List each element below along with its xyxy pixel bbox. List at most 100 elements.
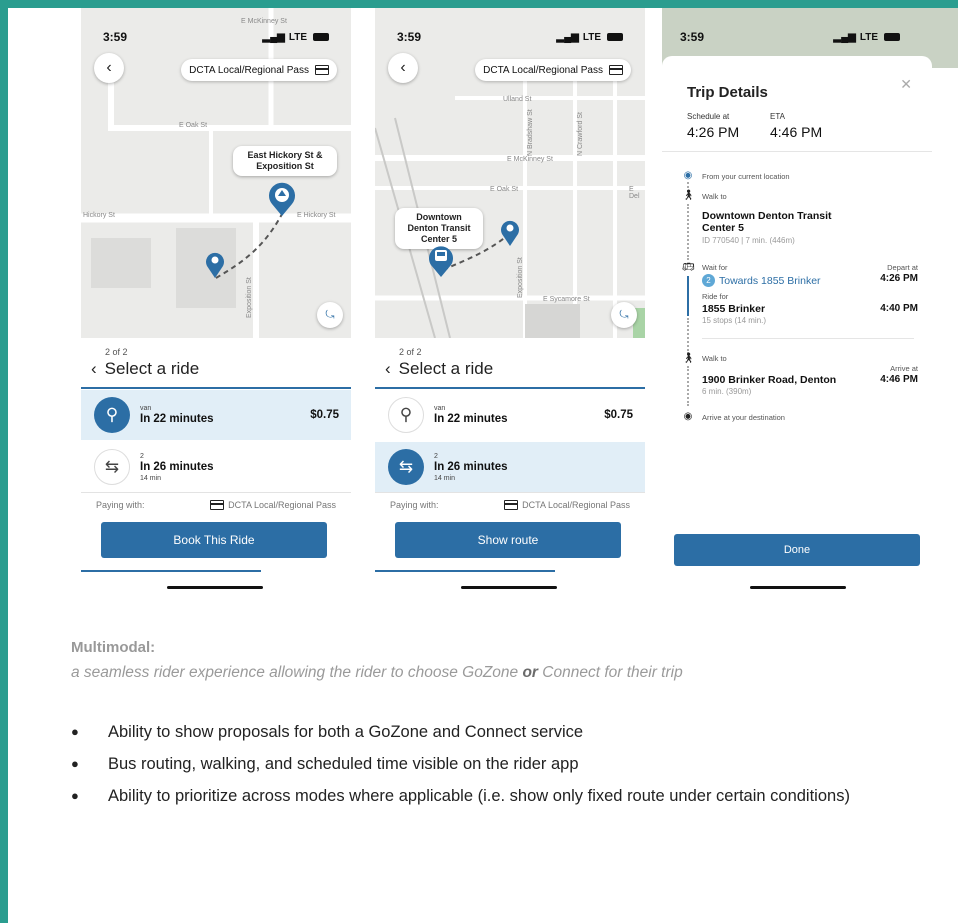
ride-type: van (434, 405, 446, 412)
ride-destination: 1855 Brinker (702, 303, 766, 315)
ride-eta: In 26 minutes (140, 460, 214, 473)
sheet-title[interactable]: ‹ Select a ride (91, 359, 199, 379)
street-label: Hickory St (83, 212, 115, 219)
divider (702, 338, 914, 339)
sheet-divider (81, 387, 351, 389)
show-route-button[interactable]: Show route (395, 522, 621, 558)
walk-destination: 1900 Brinker Road, Denton (702, 374, 837, 386)
caption-title: Multimodal: (71, 639, 156, 656)
route-overview-icon[interactable]: ⤿ (317, 302, 343, 328)
street-label: E Sycamore St (543, 296, 590, 303)
street-label: N Crawford St (577, 112, 584, 156)
network-label: LTE (859, 31, 878, 43)
back-button[interactable]: ‹ (388, 53, 418, 83)
bus-pin-icon[interactable] (428, 243, 454, 279)
payment-row[interactable]: Paying with: DCTA Local/Regional Pass (96, 500, 336, 510)
feature-bullet: Bus routing, walking, and scheduled time… (71, 752, 941, 776)
book-ride-button[interactable]: Book This Ride (101, 522, 327, 558)
route-overview-icon[interactable]: ⤿ (611, 302, 637, 328)
schedule-value: 4:26 PM (687, 124, 740, 140)
divider (375, 492, 645, 493)
card-icon (609, 65, 623, 75)
depart-time: 4:26 PM (880, 273, 918, 284)
street-label: E Oak St (179, 122, 208, 129)
route-link[interactable]: 2 Towards 1855 Brinker (702, 274, 821, 287)
schedule-label: Schedule at (687, 112, 730, 121)
arrive-label: Arrive at (890, 364, 918, 373)
street-label: Exposition St (246, 277, 253, 318)
battery-icon (884, 33, 900, 41)
step-indicator: 2 of 2 (399, 347, 422, 357)
phone-screen-select-ride-van: E McKinney St E Oak St Hickory St E Hick… (81, 8, 351, 593)
bus-transfer-icon: ⇆ (388, 449, 424, 485)
street-label: Ulland St (503, 96, 532, 103)
ride-option-bus[interactable]: ⇆ 2 In 26 minutes 14 min (375, 442, 645, 492)
close-icon[interactable]: ✕ (900, 76, 912, 93)
phone-screen-trip-details: 3:59 ▂▄▆ LTE Trip Details ✕ Schedule at … (662, 8, 958, 593)
pickup-pin-icon[interactable] (204, 250, 226, 280)
caption-sub-part: a seamless rider experience allowing the… (71, 664, 523, 681)
step-from: From your current location (702, 172, 790, 181)
walk-destination: Downtown Denton Transit Center 5 (702, 210, 832, 234)
ride-option-bus[interactable]: ⇆ 2 In 26 minutes 14 min (81, 442, 351, 492)
scroll-indicator (81, 570, 261, 572)
frame-top-border (0, 0, 958, 8)
chevron-left-icon[interactable]: ‹ (385, 359, 391, 379)
street-label: E Oak St (490, 186, 519, 193)
step-indicator: 2 of 2 (105, 347, 128, 357)
network-label: LTE (288, 31, 307, 43)
feature-list: Ability to show proposals for both a GoZ… (71, 720, 941, 816)
done-button[interactable]: Done (674, 534, 920, 566)
pass-selector[interactable]: DCTA Local/Regional Pass (475, 59, 631, 81)
ride-price: $0.75 (310, 409, 339, 421)
eta-label: ETA (770, 112, 785, 121)
walk-label: Walk to (702, 354, 727, 363)
ride-type: van (140, 405, 152, 412)
map-view[interactable]: Ulland St E McKinney St E Oak St E Del N… (375, 8, 645, 338)
battery-icon (313, 33, 329, 41)
signal-indicator: ▂▄▆ LTE (556, 32, 623, 43)
arrive-time: 4:46 PM (880, 374, 918, 385)
wait-label: Wait for (702, 263, 728, 272)
paying-label: Paying with: (96, 500, 145, 510)
divider (81, 492, 351, 493)
signal-indicator: ▂▄▆ LTE (262, 32, 329, 43)
back-button[interactable]: ‹ (94, 53, 124, 83)
map-view[interactable]: E McKinney St E Oak St Hickory St E Hick… (81, 8, 351, 338)
van-pin-icon: ⚲ (388, 397, 424, 433)
sheet-divider (375, 387, 645, 389)
ride-eta: In 22 minutes (434, 413, 508, 425)
ride-option-van[interactable]: ⚲ van In 22 minutes $0.75 (375, 390, 645, 440)
pickup-pin-icon[interactable] (499, 218, 521, 248)
frame-left-border (0, 0, 8, 923)
chevron-left-icon[interactable]: ‹ (91, 359, 97, 379)
street-label: Exposition St (517, 257, 524, 298)
network-label: LTE (582, 31, 601, 43)
ride-arrival-time: 4:40 PM (880, 303, 918, 314)
pass-label: DCTA Local/Regional Pass (189, 64, 309, 76)
ride-price: $0.75 (604, 409, 633, 421)
divider (662, 151, 932, 152)
ride-option-van[interactable]: ⚲ van In 22 minutes $0.75 (81, 390, 351, 440)
ride-eta: In 26 minutes (434, 460, 508, 473)
walk-icon: 🚶︎ (682, 190, 695, 201)
battery-icon (607, 33, 623, 41)
bus-stop-pin-icon[interactable] (267, 180, 297, 218)
ride-type: 2 (140, 452, 144, 460)
payment-row[interactable]: Paying with: DCTA Local/Regional Pass (390, 500, 630, 510)
paying-label: Paying with: (390, 500, 439, 510)
pass-selector[interactable]: DCTA Local/Regional Pass (181, 59, 337, 81)
feature-bullet: Ability to prioritize across modes where… (71, 784, 941, 808)
caption-subtitle: a seamless rider experience allowing the… (71, 664, 683, 682)
status-bar: 3:59 ▂▄▆ LTE (680, 28, 900, 46)
ride-duration: 14 min (434, 474, 456, 482)
trip-details-sheet: Trip Details ✕ Schedule at 4:26 PM ETA 4… (662, 56, 932, 593)
route-number: 2 (702, 274, 715, 287)
ride-type: 2 (434, 452, 438, 460)
ride-duration: 14 min (140, 474, 162, 482)
sheet-title[interactable]: ‹ Select a ride (385, 359, 493, 379)
status-bar: 3:59 ▂▄▆ LTE (397, 28, 623, 46)
paying-value: DCTA Local/Regional Pass (522, 500, 630, 510)
bus-transfer-icon: ⇆ (94, 449, 130, 485)
walk-meta: 6 min. (390m) (702, 387, 752, 396)
